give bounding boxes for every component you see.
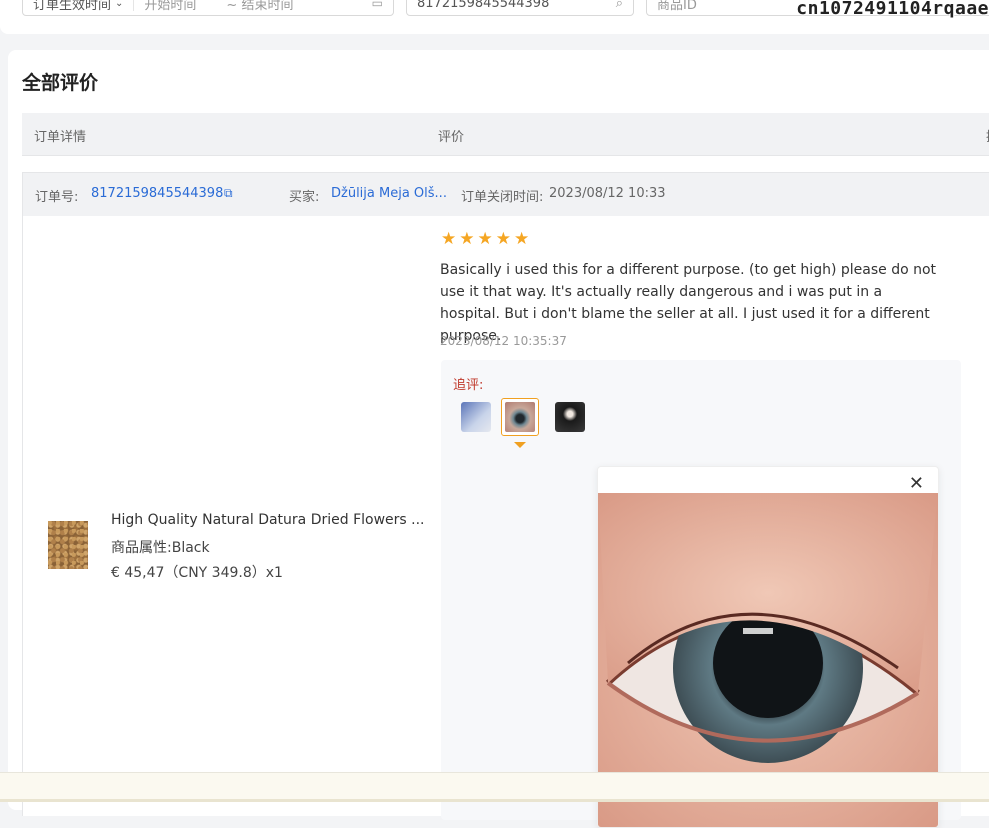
- watermark: cn1072491104rqaae: [796, 0, 989, 19]
- product-title[interactable]: High Quality Natural Datura Dried Flower…: [111, 512, 425, 528]
- review-time: 2023/08/12 10:35:37: [440, 334, 567, 348]
- filter-bar: 订单生效时间 ⌄ 开始时间 ~ 结束时间 ▭ 8172159845544398 …: [0, 0, 989, 34]
- selected-caret: [514, 442, 526, 448]
- product-thumbnail[interactable]: [48, 521, 88, 569]
- followup-label: 追评:: [453, 378, 484, 393]
- review-photo-thumb[interactable]: [555, 402, 585, 432]
- copy-icon[interactable]: ⧉: [224, 186, 233, 201]
- date-range-filter[interactable]: 订单生效时间 ⌄ 开始时间 ~ 结束时间 ▭: [22, 0, 394, 16]
- star-icon: ★: [441, 229, 457, 249]
- review-photo-thumb-selected[interactable]: [501, 398, 539, 436]
- product-attr-value: Black: [171, 540, 210, 556]
- product-price: € 45,47（CNY 349.8）x1: [111, 565, 283, 581]
- order-body: High Quality Natural Datura Dried Flower…: [22, 216, 989, 828]
- reviews-panel: 全部评价 订单详情 评价 操 订单号: 8172159845544398 ⧉ 买…: [8, 50, 989, 828]
- close-icon[interactable]: ✕: [909, 473, 924, 494]
- order-search-value: 8172159845544398: [417, 0, 550, 11]
- buyer-label: 买家:: [289, 190, 320, 205]
- bottom-bar: [0, 772, 989, 802]
- chevron-down-icon: ⌄: [115, 0, 124, 9]
- order-number-label: 订单号:: [35, 190, 79, 205]
- star-icon: ★: [477, 229, 493, 249]
- start-date-input[interactable]: 开始时间: [144, 0, 196, 13]
- rating-stars: ★ ★ ★ ★ ★: [441, 231, 529, 248]
- review-photo-thumb[interactable]: [461, 402, 491, 432]
- order-closed-time: 2023/08/12 10:33: [549, 186, 666, 201]
- col-review: 评价: [438, 130, 465, 145]
- product-id-placeholder: 商品ID: [657, 0, 697, 13]
- order-number-link[interactable]: 8172159845544398: [91, 186, 223, 201]
- time-type-label: 订单生效时间: [33, 0, 112, 13]
- end-date-input[interactable]: ~ 结束时间: [226, 0, 293, 13]
- star-icon: ★: [495, 229, 511, 249]
- calendar-icon: ▭: [371, 0, 383, 10]
- product-attr-label: 商品属性:: [111, 540, 172, 556]
- table-header: 订单详情 评价 操: [22, 113, 989, 156]
- page-title: 全部评价: [22, 72, 99, 94]
- star-icon: ★: [514, 229, 530, 249]
- time-type-select[interactable]: 订单生效时间 ⌄: [33, 0, 123, 13]
- col-order-details: 订单详情: [34, 130, 87, 145]
- buyer-link[interactable]: Džūlija Meja Olš...: [331, 186, 447, 201]
- search-icon[interactable]: ⌕: [616, 0, 623, 11]
- order-closed-label: 订单关闭时间:: [461, 190, 544, 205]
- order-search-input[interactable]: 8172159845544398 ⌕: [406, 0, 634, 16]
- order-header-row: 订单号: 8172159845544398 ⧉ 买家: Džūlija Meja…: [22, 172, 989, 216]
- star-icon: ★: [459, 229, 475, 249]
- divider: [133, 0, 135, 11]
- product-attribute: 商品属性:Black: [111, 537, 210, 557]
